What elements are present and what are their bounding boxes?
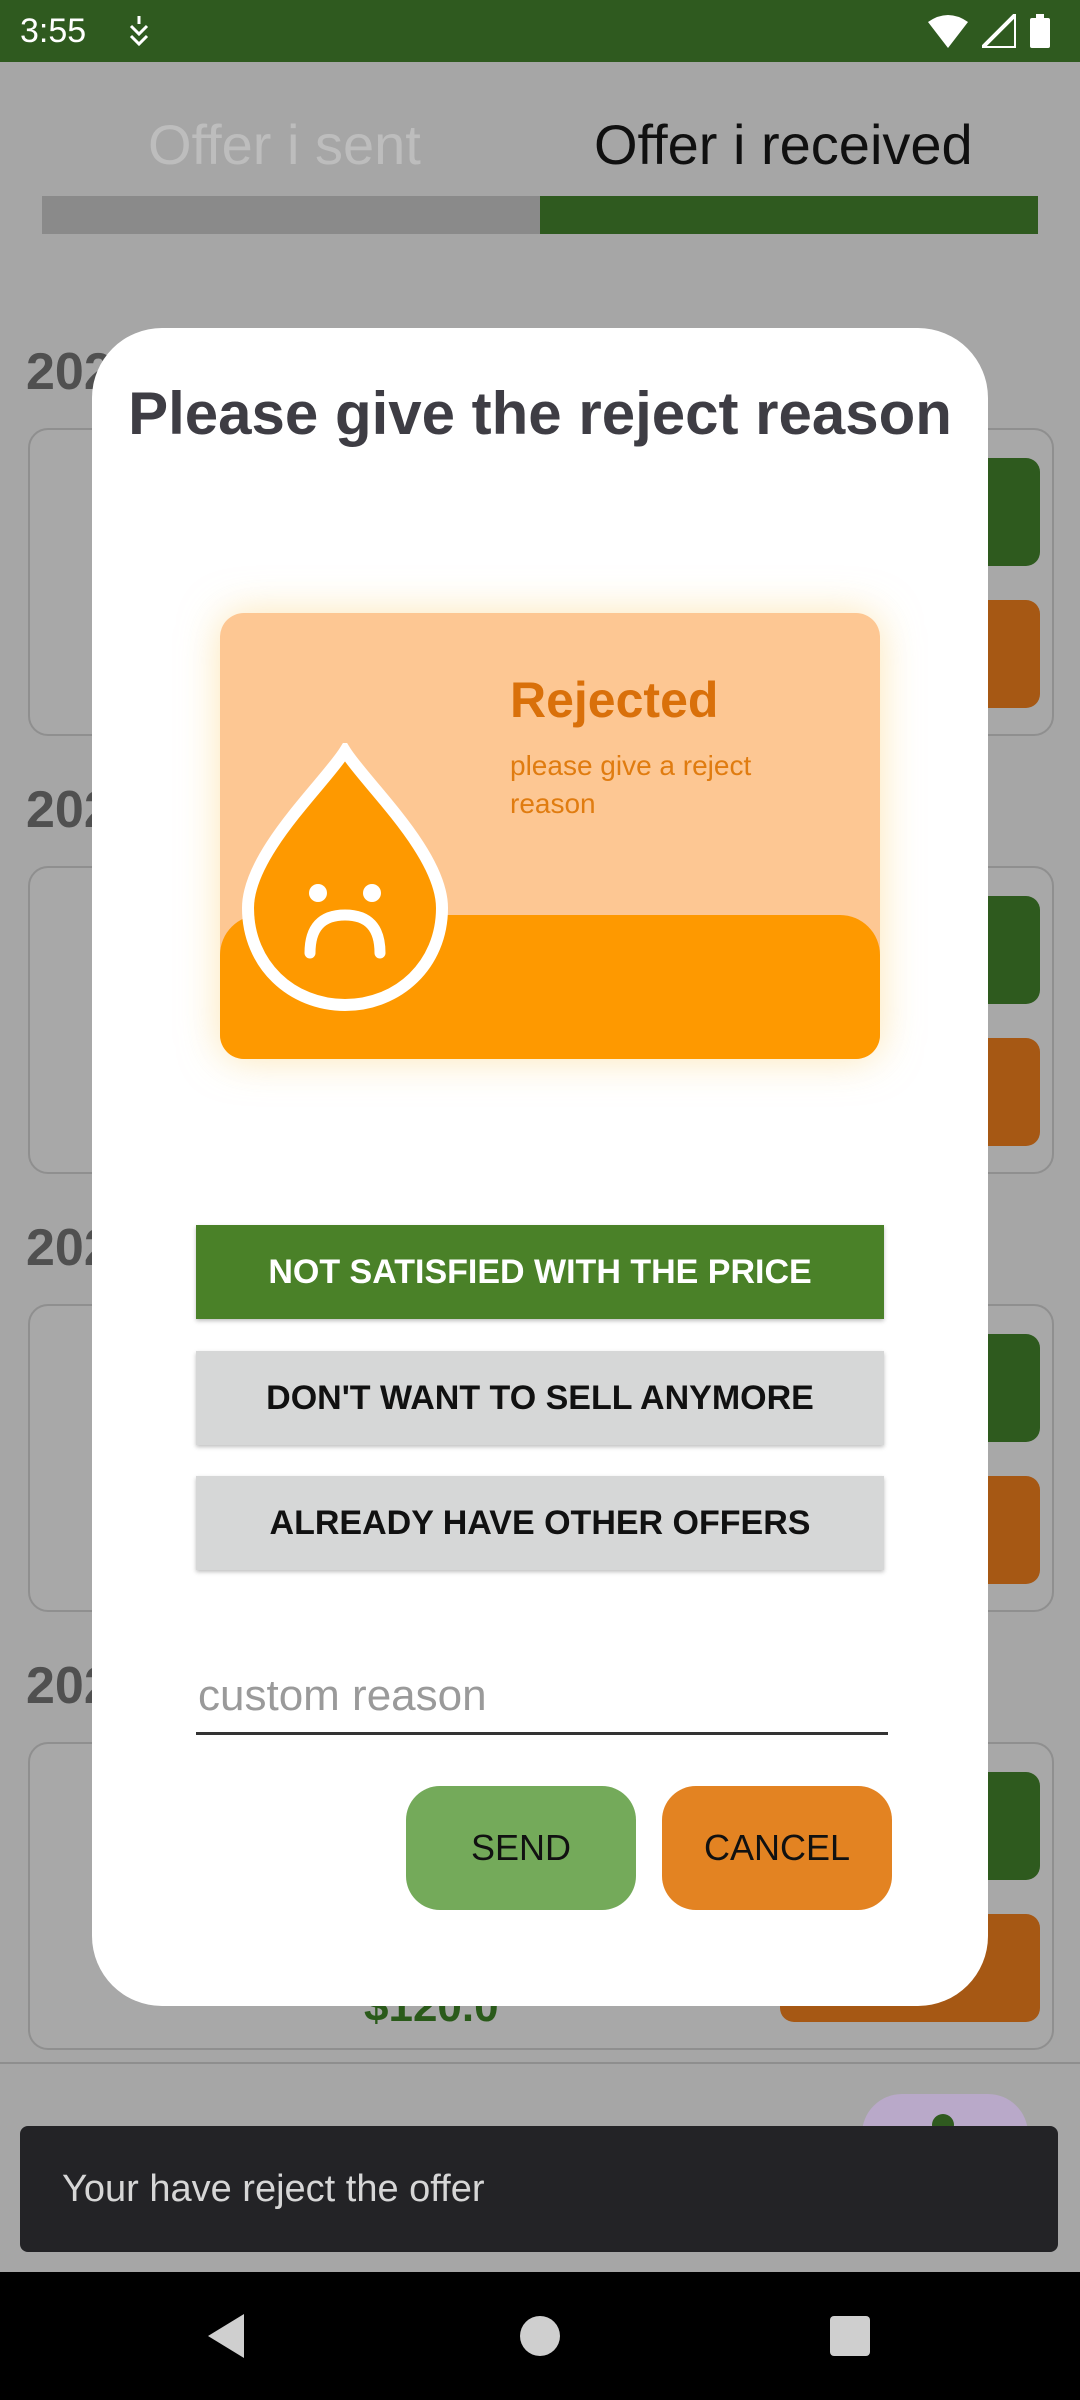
- battery-icon: [1030, 14, 1050, 48]
- illustration-subtitle: please give a reject reason: [510, 750, 752, 819]
- offers-tabs: Offer i sent Offer i received: [0, 62, 1080, 242]
- wifi-icon: [928, 15, 968, 48]
- reason-dont-want-to-sell-button[interactable]: DON'T WANT TO SELL ANYMORE: [196, 1351, 884, 1445]
- tab-indicator-inactive: [42, 196, 540, 234]
- rejected-illustration: Rejected please give a reject reason: [220, 613, 880, 1059]
- home-icon[interactable]: [520, 2316, 560, 2356]
- reason-not-satisfied-price-button[interactable]: NOT SATISFIED WITH THE PRICE: [196, 1225, 884, 1319]
- system-navigation-bar: [0, 2272, 1080, 2400]
- dialog-title: Please give the reject reason: [128, 380, 952, 447]
- back-icon[interactable]: [204, 2312, 248, 2360]
- custom-reason-input[interactable]: [196, 1660, 888, 1735]
- cancel-button[interactable]: CANCEL: [662, 1786, 892, 1910]
- tab-offer-sent[interactable]: Offer i sent: [148, 112, 421, 177]
- notification-icon: [129, 16, 149, 47]
- status-time: 3:55: [20, 12, 87, 50]
- recents-icon[interactable]: [830, 2316, 870, 2356]
- snackbar: Your have reject the offer: [20, 2126, 1058, 2252]
- sad-drop-icon: [241, 743, 449, 1012]
- tab-indicator-active: [540, 196, 1038, 234]
- reject-reason-dialog: Please give the reject reason Rejected p…: [92, 328, 988, 2006]
- tab-offer-received[interactable]: Offer i received: [594, 112, 973, 177]
- send-button[interactable]: SEND: [406, 1786, 636, 1910]
- illustration-title: Rejected: [510, 672, 719, 728]
- status-bar: 3:55: [0, 0, 1080, 62]
- reason-other-offers-button[interactable]: ALREADY HAVE OTHER OFFERS: [196, 1476, 884, 1570]
- status-icons: [928, 12, 1050, 50]
- signal-icon: [982, 14, 1016, 48]
- snackbar-message: Your have reject the offer: [62, 2168, 485, 2210]
